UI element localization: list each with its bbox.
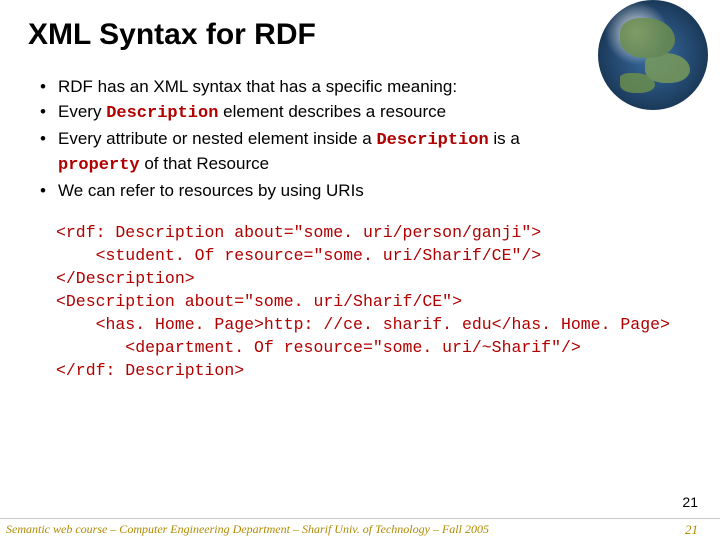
bullet-text: is a (489, 129, 520, 148)
bullet-text: Every (58, 102, 106, 121)
page-number: 21 (682, 494, 698, 510)
slide-title: XML Syntax for RDF (28, 18, 692, 52)
footer-page-number: 21 (685, 522, 698, 538)
bullet-text: Every attribute or nested element inside… (58, 129, 376, 148)
bullet-list: RDF has an XML syntax that has a specifi… (36, 76, 692, 203)
bullet-item: Every Description element describes a re… (36, 101, 692, 126)
keyword: property (58, 156, 140, 175)
slide: XML Syntax for RDF RDF has an XML syntax… (0, 0, 720, 540)
keyword: Description (106, 104, 218, 123)
bullet-item: We can refer to resources by using URIs (36, 180, 692, 203)
bullet-item: RDF has an XML syntax that has a specifi… (36, 76, 692, 99)
bullet-text: RDF has an XML syntax that has a specifi… (58, 77, 457, 96)
bullet-text: of that Resource (140, 154, 269, 173)
keyword: Description (376, 131, 488, 150)
footer-text: Semantic web course – Computer Engineeri… (6, 522, 489, 537)
bullet-text: element describes a resource (218, 102, 446, 121)
footer: Semantic web course – Computer Engineeri… (0, 518, 720, 540)
bullet-text: We can refer to resources by using URIs (58, 181, 364, 200)
code-block: <rdf: Description about="some. uri/perso… (56, 221, 692, 383)
bullet-item: Every attribute or nested element inside… (36, 128, 692, 178)
